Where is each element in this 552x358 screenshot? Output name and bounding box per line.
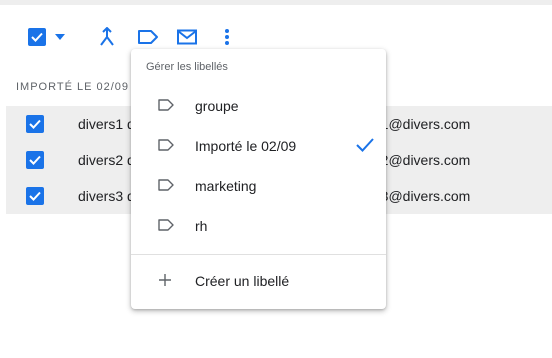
label-menu: Gérer les libellés groupe Importé le 02/… xyxy=(131,49,386,309)
menu-item-groupe[interactable]: groupe xyxy=(131,86,386,126)
menu-item-label: rh xyxy=(195,218,208,234)
checkmark-icon xyxy=(31,32,43,42)
sender-name: divers3 d xyxy=(78,188,135,204)
merge-icon xyxy=(100,27,114,46)
label-outline-icon xyxy=(158,99,174,111)
section-header: IMPORTÉ LE 02/09 xyxy=(16,81,130,93)
create-label-text: Créer un libellé xyxy=(195,273,290,289)
checkbox xyxy=(28,28,46,46)
mail-icon xyxy=(177,29,197,45)
top-bar xyxy=(0,0,552,5)
menu-item-rh[interactable]: rh xyxy=(131,206,386,246)
merge-button[interactable] xyxy=(96,20,118,54)
check-icon xyxy=(356,138,374,152)
menu-item-label: marketing xyxy=(195,178,257,194)
menu-title: Gérer les libellés xyxy=(146,61,228,73)
row-checkbox[interactable] xyxy=(26,187,44,205)
select-all-checkbox[interactable] xyxy=(26,20,48,54)
menu-item-label: groupe xyxy=(195,98,239,114)
label-outline-icon xyxy=(158,139,174,151)
create-label-button[interactable]: Créer un libellé xyxy=(131,261,386,301)
label-icon xyxy=(138,30,158,44)
row-checkbox[interactable] xyxy=(26,151,44,169)
checkmark-icon xyxy=(29,191,41,201)
label-outline-icon xyxy=(158,179,174,191)
sender-name: divers1 d xyxy=(78,116,135,132)
menu-item-label: Importé le 02/09 xyxy=(195,138,297,154)
plus-icon xyxy=(159,274,171,286)
checkmark-icon xyxy=(29,119,41,129)
menu-item-marketing[interactable]: marketing xyxy=(131,166,386,206)
select-dropdown-button[interactable] xyxy=(52,20,68,54)
caret-down-icon xyxy=(55,34,65,40)
sender-name: divers2 d xyxy=(78,152,135,168)
label-outline-icon xyxy=(158,219,174,231)
checkmark-icon xyxy=(29,155,41,165)
menu-item-importe[interactable]: Importé le 02/09 xyxy=(131,126,386,166)
more-vert-icon xyxy=(225,29,229,45)
menu-divider xyxy=(131,254,386,255)
row-checkbox[interactable] xyxy=(26,115,44,133)
